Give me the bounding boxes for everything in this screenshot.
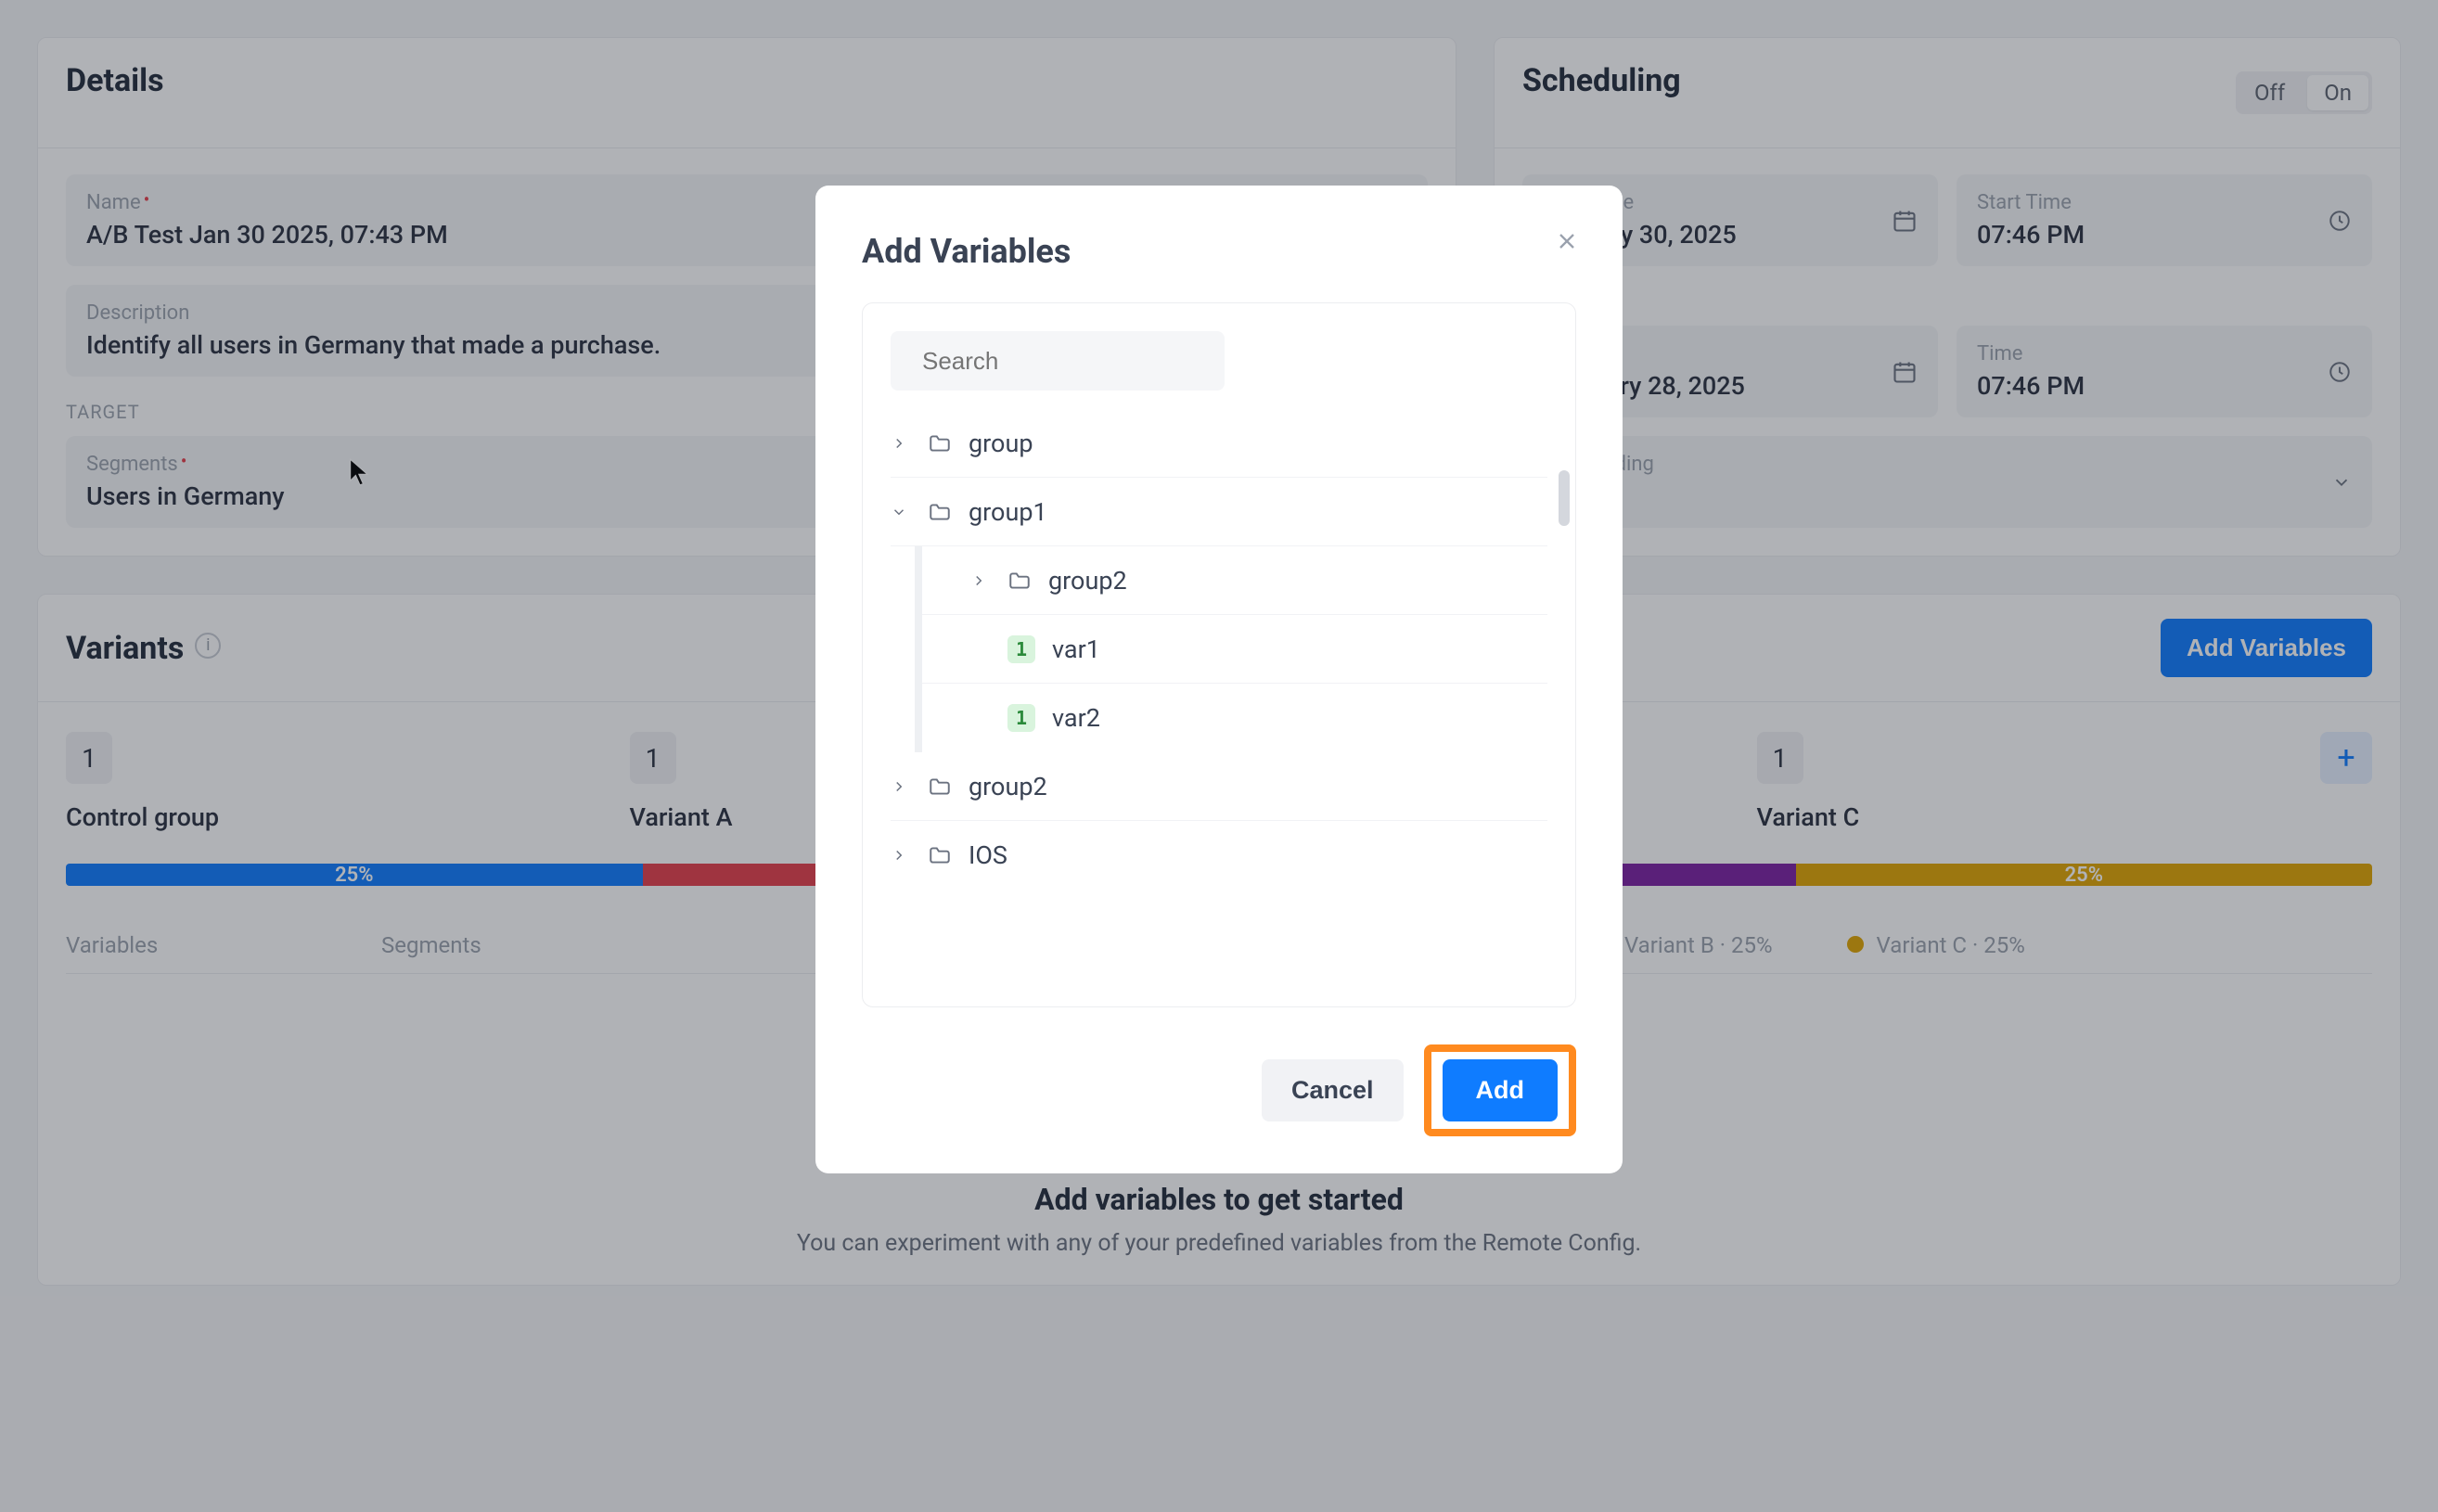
folder-icon [928,843,952,867]
tree-item-label: IOS [969,840,1007,870]
chevron-down-icon[interactable] [891,504,911,520]
add-button[interactable]: Add [1443,1059,1558,1121]
tree-item-group[interactable]: group [891,409,1547,478]
tree-item-label: var2 [1052,703,1100,733]
chevron-right-icon[interactable] [891,778,911,795]
search-field[interactable] [922,347,1233,376]
tree-item-label: var1 [1052,634,1100,664]
tree-item-label: group2 [969,772,1047,801]
folder-icon [928,775,952,799]
tree-item-ios[interactable]: IOS [891,821,1547,890]
search-input[interactable] [891,331,1225,391]
tree-item-group2-nested[interactable]: group2 [922,546,1547,615]
add-variables-modal: Add Variables group group1 [815,186,1623,1173]
tree-item-var1[interactable]: 1 var1 [922,615,1547,684]
tree-item-label: group1 [969,497,1047,527]
tree-item-group2[interactable]: group2 [891,752,1547,821]
tree-item-group1[interactable]: group1 [891,478,1547,546]
cancel-button[interactable]: Cancel [1262,1059,1404,1121]
chevron-right-icon[interactable] [891,847,911,864]
variables-tree: group group1 group2 1 va [862,302,1576,1007]
chevron-right-icon[interactable] [891,435,911,452]
callout-highlight: Add [1424,1044,1576,1136]
type-badge: 1 [1007,635,1035,663]
modal-overlay[interactable]: Add Variables group group1 [0,0,2438,1512]
scrollbar-thumb[interactable] [1559,470,1570,526]
tree-item-label: group2 [1048,566,1127,596]
folder-icon [928,500,952,524]
close-icon[interactable] [1554,228,1580,254]
tree-item-var2[interactable]: 1 var2 [922,684,1547,752]
tree-item-label: group [969,429,1033,458]
folder-icon [928,431,952,455]
folder-icon [1007,569,1032,593]
type-badge: 1 [1007,704,1035,732]
chevron-right-icon[interactable] [970,572,991,589]
modal-title: Add Variables [862,232,1576,271]
